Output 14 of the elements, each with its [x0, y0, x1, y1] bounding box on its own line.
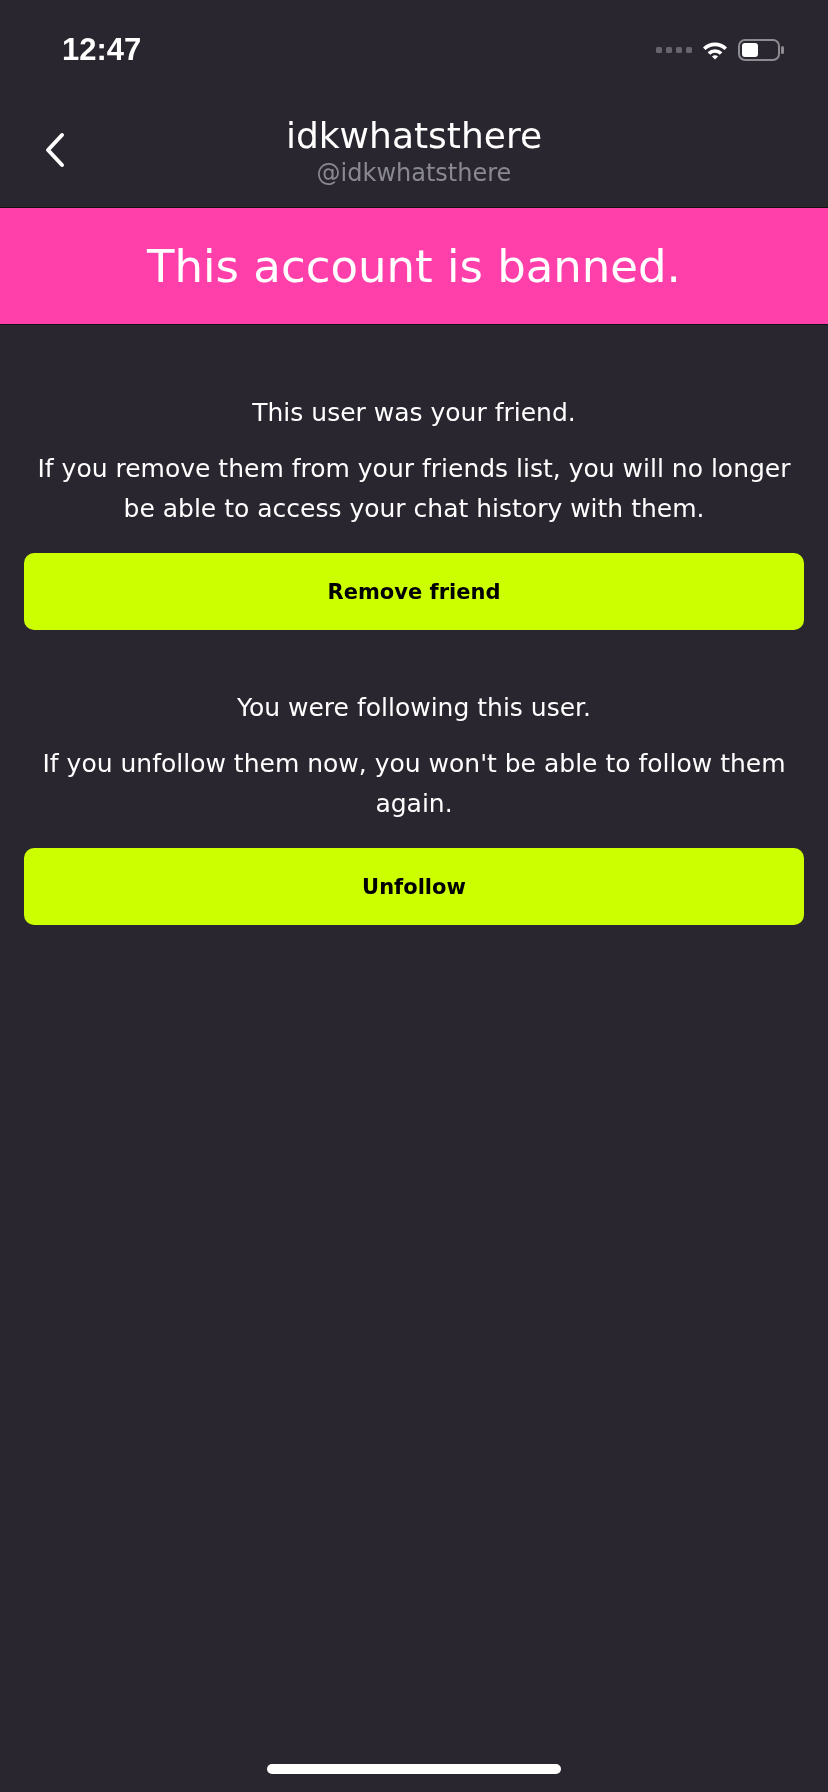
banned-banner: This account is banned. — [0, 207, 828, 325]
section-description: If you unfollow them now, you won't be able to follow them again. — [41, 748, 787, 820]
back-icon[interactable] — [44, 132, 66, 168]
status-time: 12:47 — [62, 32, 142, 68]
wifi-icon — [702, 40, 728, 60]
action-button[interactable]: Remove friend — [24, 553, 804, 630]
profile-name: idkwhatsthere — [285, 113, 543, 158]
section-heading: This user was your friend. — [251, 397, 577, 429]
section-description: If you remove them from your friends list, you will no longer be able to access your chat history with them. — [36, 453, 792, 525]
action-button[interactable]: Unfollow — [24, 848, 804, 925]
section-heading: You were following this user. — [236, 692, 592, 724]
profile-handle: @idkwhatsthere — [316, 157, 512, 188]
signal-icon — [656, 46, 692, 54]
battery-icon — [738, 39, 784, 61]
